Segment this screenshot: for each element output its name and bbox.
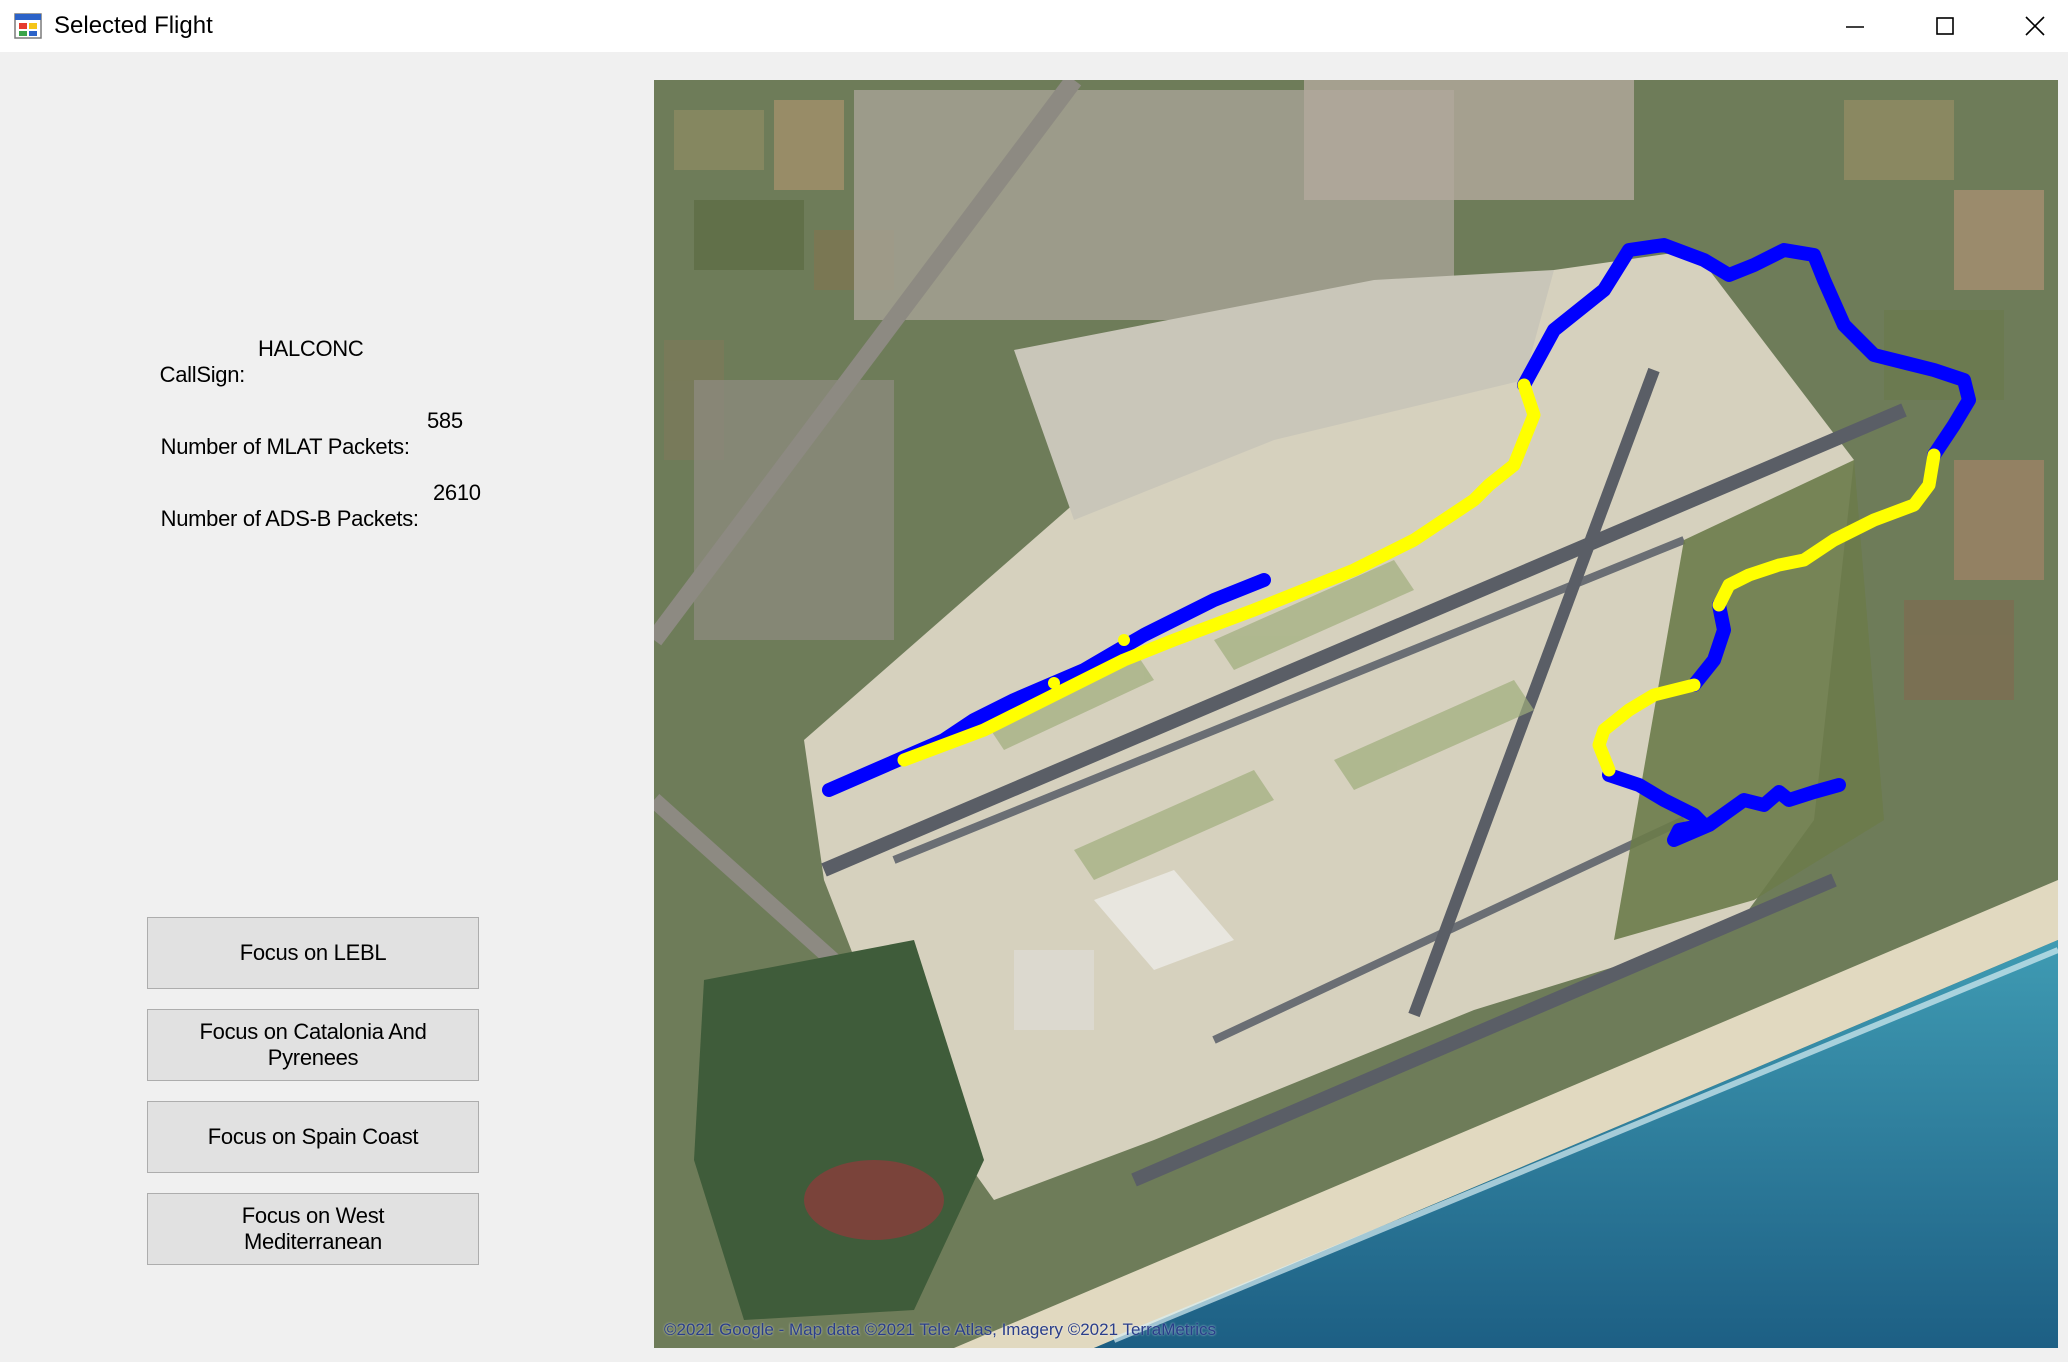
- callsign-value: HALCONC: [258, 336, 364, 361]
- minimize-button[interactable]: [1810, 0, 1900, 52]
- mlat-packets-value: 585: [427, 408, 463, 433]
- callsign-row: CallSign: HALCONC: [148, 336, 364, 414]
- callsign-label: CallSign:: [159, 362, 246, 387]
- mlat-packets-row: Number of MLAT Packets: 585: [149, 408, 463, 486]
- title-bar: Selected Flight: [0, 0, 2068, 52]
- mlat-packets-label: Number of MLAT Packets:: [160, 434, 410, 459]
- mlat-point: [1118, 634, 1130, 646]
- minimize-icon: [1844, 15, 1866, 37]
- adsb-packets-value: 2610: [433, 480, 481, 505]
- focus-west-mediterranean-button[interactable]: Focus on West Mediterranean: [147, 1193, 479, 1265]
- maximize-button[interactable]: [1900, 0, 1990, 52]
- app-window-icon[interactable]: [14, 12, 42, 40]
- map-attribution: ©2021 Google - Map data ©2021 Tele Atlas…: [664, 1320, 1216, 1339]
- close-button[interactable]: [1990, 0, 2068, 52]
- satellite-imagery: [654, 80, 2058, 1348]
- focus-lebl-button[interactable]: Focus on LEBL: [147, 917, 479, 989]
- close-icon: [2024, 15, 2046, 37]
- map-view[interactable]: ©2021 Google - Map data ©2021 Tele Atlas…: [654, 80, 2058, 1348]
- adsb-packets-row: Number of ADS-B Packets: 2610: [149, 480, 481, 558]
- mlat-point: [1048, 677, 1060, 689]
- adsb-packets-label: Number of ADS-B Packets:: [160, 506, 419, 531]
- focus-catalonia-button[interactable]: Focus on Catalonia And Pyrenees: [147, 1009, 479, 1081]
- maximize-icon: [1934, 15, 1956, 37]
- focus-spain-coast-button[interactable]: Focus on Spain Coast: [147, 1101, 479, 1173]
- window-title: Selected Flight: [54, 12, 213, 39]
